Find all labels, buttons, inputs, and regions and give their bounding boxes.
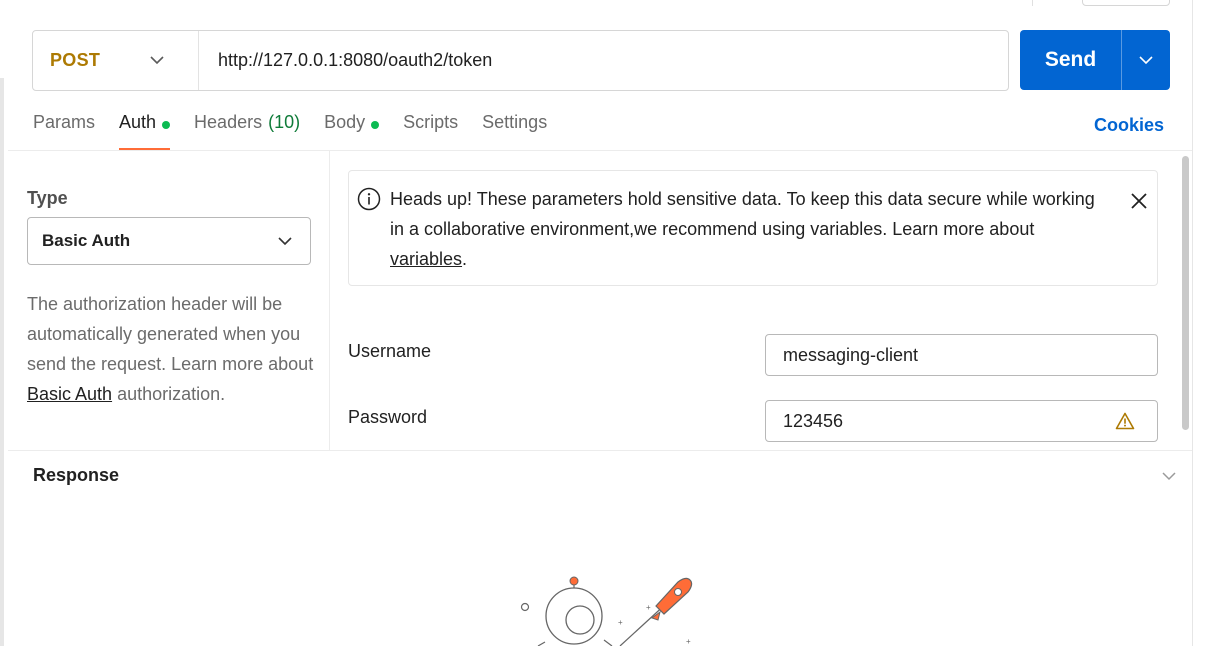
body-status-dot — [371, 121, 380, 129]
auth-type-label: Type — [27, 188, 68, 208]
url-input[interactable]: http://127.0.0.1:8080/oauth2/token — [199, 50, 492, 71]
tab-params-label: Params — [33, 112, 96, 132]
send-options-button[interactable] — [1122, 30, 1170, 90]
sensitive-data-notice: Heads up! These parameters hold sensitiv… — [348, 170, 1158, 286]
notice-text: Heads up! These parameters hold sensitiv… — [390, 184, 1110, 274]
method-select[interactable]: POST — [33, 31, 199, 90]
auth-description-end: authorization. — [117, 384, 226, 404]
notice-end: . — [462, 249, 468, 269]
tab-headers-label: Headers — [194, 112, 263, 132]
svg-text:+: + — [646, 603, 651, 612]
tab-settings[interactable]: Settings — [482, 112, 547, 150]
svg-text:+: + — [618, 618, 623, 627]
auth-status-dot — [162, 121, 171, 129]
username-label: Username — [348, 341, 432, 361]
response-title: Response — [33, 465, 120, 485]
warning-icon — [1115, 412, 1135, 435]
chevron-down-icon — [150, 56, 164, 65]
send-button[interactable]: Send — [1020, 30, 1122, 90]
tab-scripts[interactable]: Scripts — [403, 112, 458, 150]
notice-message: Heads up! These parameters hold sensitiv… — [390, 189, 1095, 239]
tab-body[interactable]: Body — [324, 112, 380, 150]
auth-type-pane: Type Basic Auth The authorization header… — [8, 151, 330, 450]
window-right-edge — [1192, 0, 1193, 646]
request-tabs: Params Auth Headers (10) Body Scripts Set… — [33, 112, 571, 150]
variables-link[interactable]: variables — [390, 249, 462, 269]
tab-params[interactable]: Params — [33, 112, 95, 150]
close-icon[interactable] — [1129, 191, 1149, 216]
info-icon — [357, 187, 381, 216]
top-divider — [1032, 0, 1033, 6]
scrollbar-thumb[interactable] — [1182, 156, 1189, 430]
tab-auth-label: Auth — [119, 112, 157, 132]
chevron-down-icon[interactable] — [1162, 468, 1176, 486]
request-bar: POST http://127.0.0.1:8080/oauth2/token — [32, 30, 1009, 91]
username-field[interactable]: messaging-client — [765, 334, 1158, 376]
chevron-down-icon — [278, 236, 292, 245]
password-field[interactable]: 123456 — [765, 400, 1158, 442]
tab-headers[interactable]: Headers (10) — [194, 112, 300, 150]
top-partial-button[interactable] — [1082, 0, 1170, 6]
auth-type-select[interactable]: Basic Auth — [27, 217, 311, 265]
basic-auth-link[interactable]: Basic Auth — [27, 384, 112, 404]
password-label: Password — [348, 407, 428, 427]
response-divider — [8, 450, 1192, 451]
window-left-edge — [0, 78, 4, 646]
headers-count-badge: (10) — [268, 112, 301, 132]
auth-type-value: Basic Auth — [42, 231, 131, 250]
cookies-link[interactable]: Cookies — [1094, 115, 1164, 136]
chevron-down-icon — [1139, 55, 1153, 64]
tab-scripts-label: Scripts — [403, 112, 459, 132]
password-value: 123456 — [783, 410, 844, 431]
svg-text:+: + — [686, 637, 691, 646]
tab-settings-label: Settings — [482, 112, 548, 132]
method-label: POST — [50, 50, 101, 70]
send-button-group: Send — [1020, 30, 1170, 90]
auth-description: The authorization header will be automat… — [27, 289, 317, 409]
tab-auth[interactable]: Auth — [119, 112, 171, 150]
astronaut-rocket-illustration: + + + — [520, 576, 693, 646]
auth-description-text: The authorization header will be automat… — [27, 294, 314, 374]
tab-body-label: Body — [324, 112, 366, 132]
